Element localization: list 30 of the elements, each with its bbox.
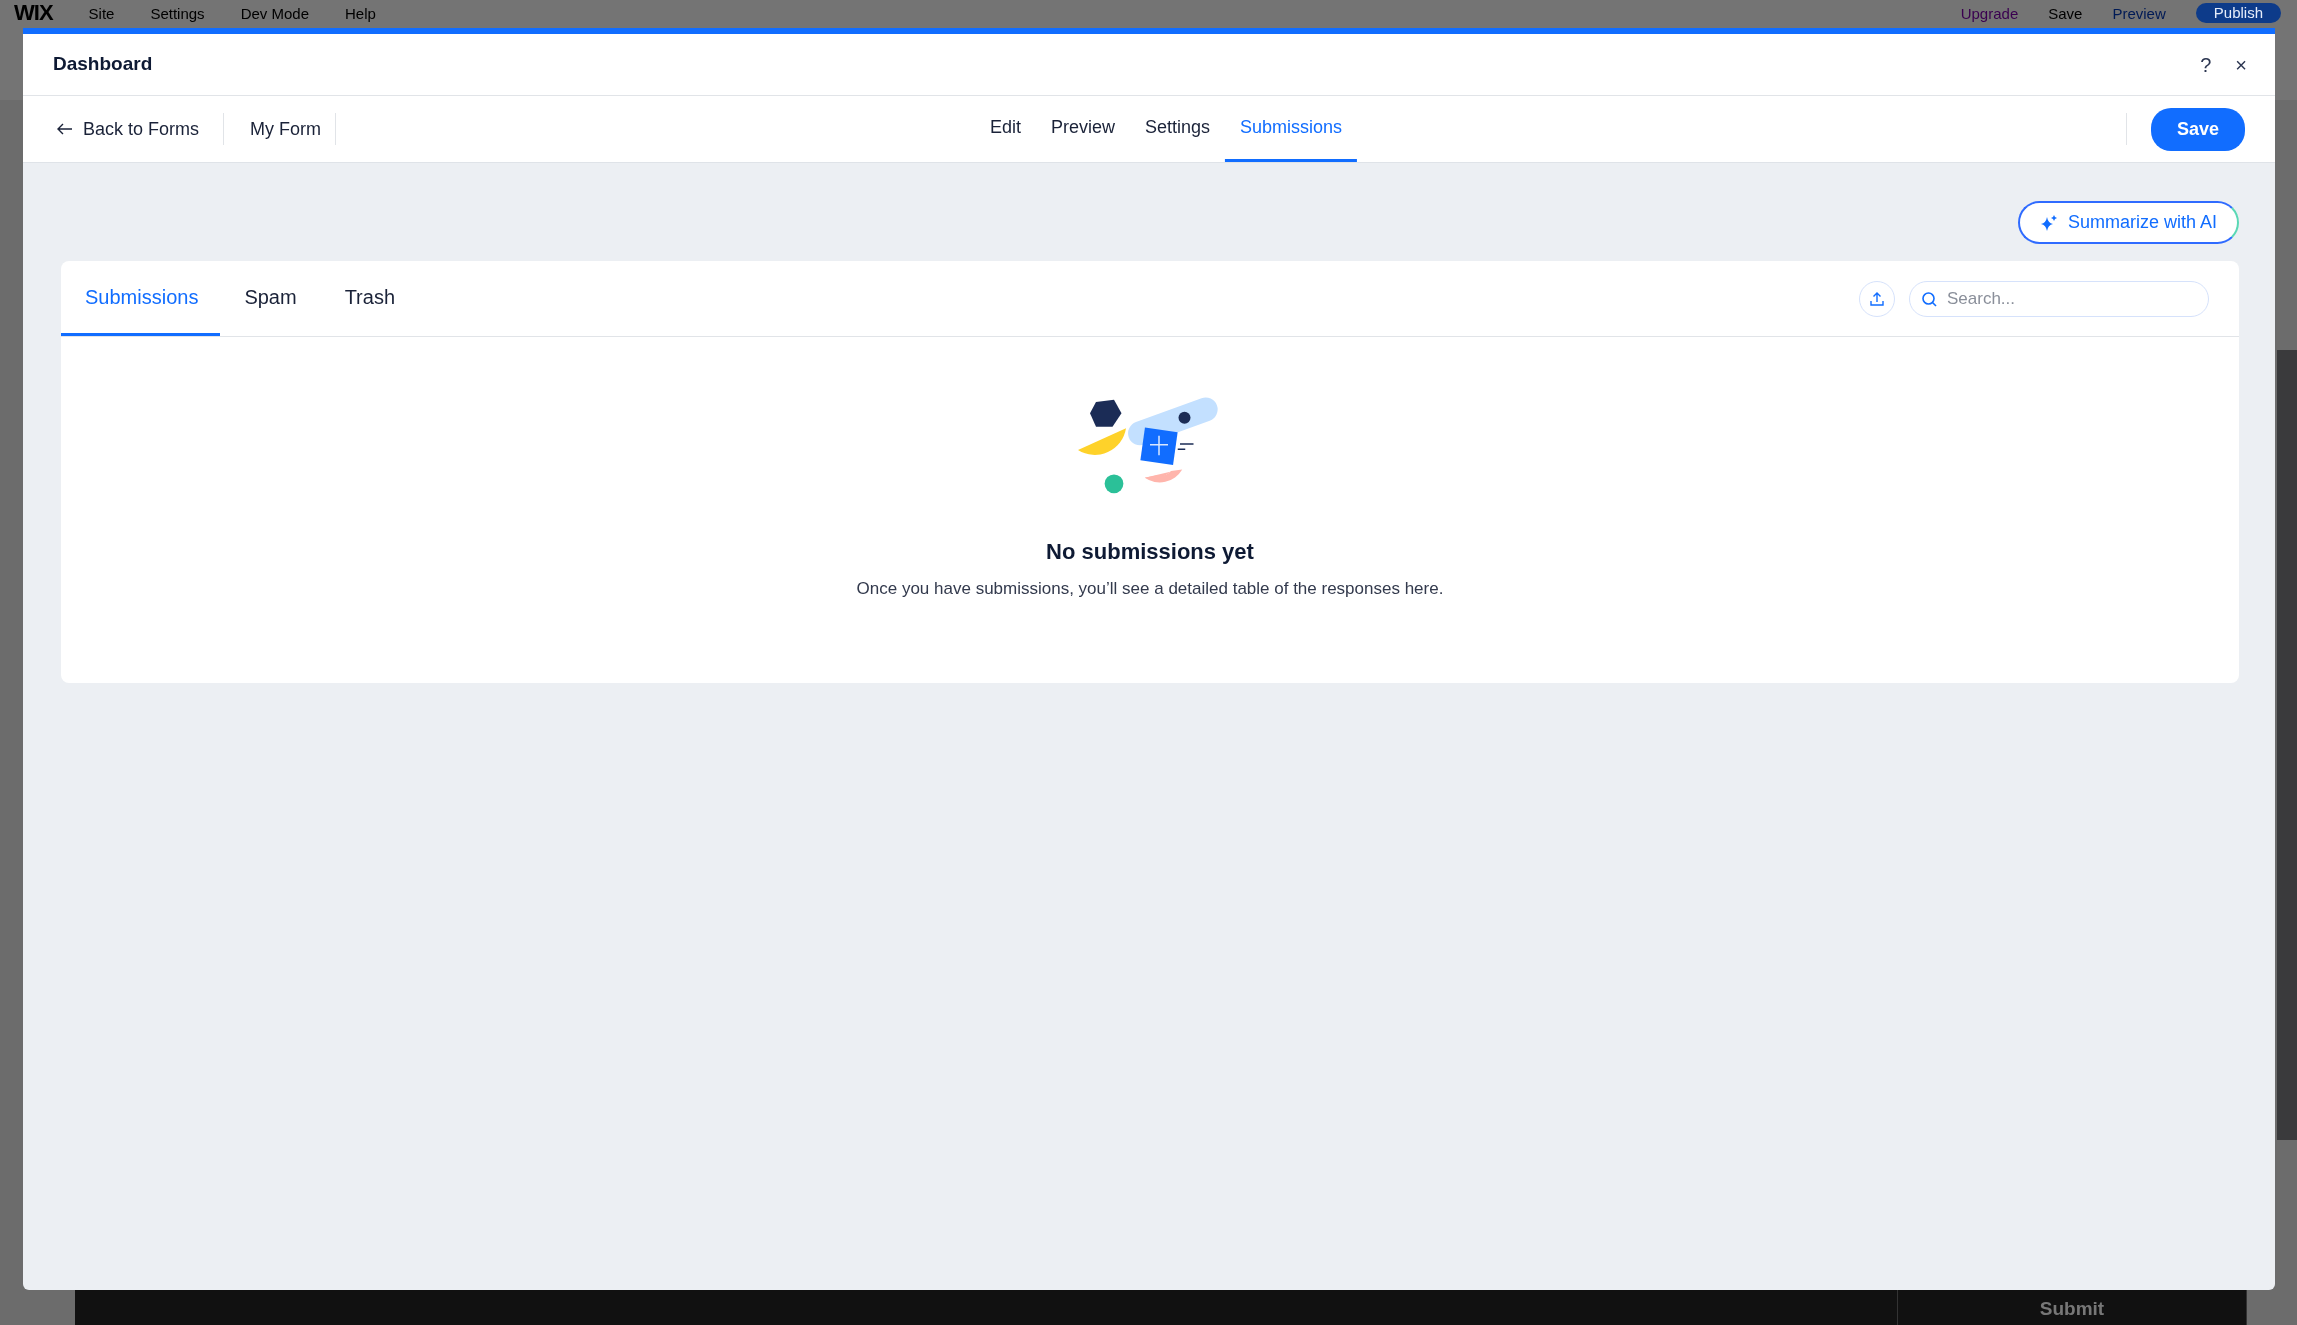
- nav-tab[interactable]: Settings: [1130, 96, 1226, 162]
- search-field[interactable]: Search...: [1909, 280, 2209, 317]
- back-link[interactable]: Back to Forms: [53, 113, 225, 145]
- menu-item[interactable]: Help: [345, 2, 376, 23]
- menu-item[interactable]: Settings: [150, 2, 205, 23]
- empty-state-title: No submissions yet: [1046, 538, 1254, 566]
- form-name: My Form: [224, 113, 337, 145]
- summarize-button[interactable]: Summarize with AI: [2017, 201, 2239, 244]
- dialog-title: Dashboard: [53, 52, 153, 77]
- tab[interactable]: Submissions: [61, 261, 221, 336]
- logo: WIX: [14, 2, 53, 24]
- close-button[interactable]: ×: [2227, 54, 2255, 75]
- nav-tab[interactable]: Edit: [974, 96, 1036, 162]
- tab[interactable]: Trash: [320, 261, 420, 336]
- export-button[interactable]: [1859, 280, 1895, 317]
- back-arrow-icon: [57, 123, 73, 135]
- toolbar-link[interactable]: Save: [2048, 5, 2083, 23]
- toolbar-link[interactable]: Upgrade: [1960, 5, 2019, 23]
- nav-tab[interactable]: Preview: [1035, 96, 1130, 162]
- help-button[interactable]: ?: [2192, 54, 2220, 75]
- nav-tab[interactable]: Submissions: [1225, 96, 1358, 162]
- tab[interactable]: Spam: [220, 261, 321, 336]
- sparkle-icon: [2039, 213, 2058, 232]
- empty-state-message: Once you have submissions, you’ll see a detailed table of the responses here.: [856, 578, 1444, 600]
- save-button[interactable]: Save: [2150, 107, 2245, 151]
- publish-button[interactable]: Publish: [2195, 3, 2281, 23]
- toolbar-link[interactable]: Preview: [2112, 5, 2166, 23]
- menu-item[interactable]: Site: [88, 2, 115, 23]
- upload-icon: [1869, 290, 1885, 307]
- menu-item[interactable]: Dev Mode: [240, 2, 309, 23]
